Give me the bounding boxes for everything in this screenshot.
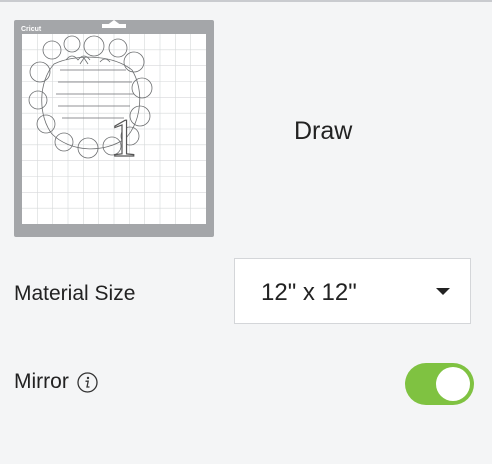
material-size-select[interactable]: 12" x 12" xyxy=(234,258,471,324)
material-size-value: 12" x 12" xyxy=(261,279,357,306)
mirror-toggle[interactable] xyxy=(405,363,474,405)
mat-grid: Cricut 1 xyxy=(21,20,206,224)
toggle-knob xyxy=(436,367,470,401)
material-size-label: Material Size xyxy=(14,282,136,305)
mat-brand: Cricut xyxy=(21,26,42,33)
chevron-down-icon xyxy=(436,288,450,295)
mirror-row: Mirror xyxy=(14,370,98,394)
mirror-label: Mirror xyxy=(14,370,69,393)
mat-number: 1 xyxy=(110,108,137,168)
info-icon[interactable] xyxy=(77,371,98,393)
top-divider xyxy=(0,0,492,2)
mat-type-label: Draw xyxy=(294,117,353,145)
mat-preview[interactable]: Cricut 1 xyxy=(14,20,214,237)
